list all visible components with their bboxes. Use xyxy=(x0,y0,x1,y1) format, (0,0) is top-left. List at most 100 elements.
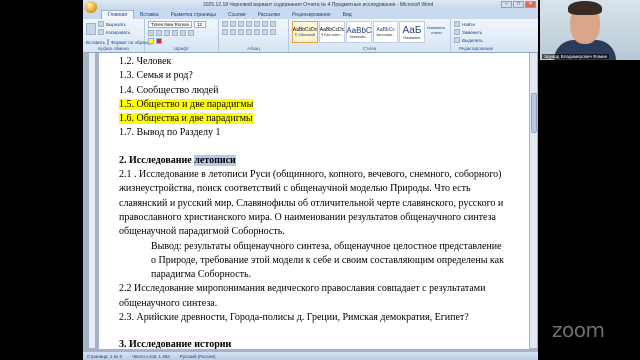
paragraph-group-label: Абзац xyxy=(247,46,260,51)
style-name: ¶ Без инте... xyxy=(321,33,343,37)
sort-icon[interactable] xyxy=(262,21,268,27)
document-page[interactable]: 1.2. Человек 1.3. Семья и род? 1.4. Сооб… xyxy=(99,53,529,349)
format-painter-icon xyxy=(107,39,110,45)
style-name: ¶ Обычный xyxy=(295,33,315,37)
bullets-icon[interactable] xyxy=(222,21,228,27)
align-right-icon[interactable] xyxy=(238,29,244,35)
tab-page-layout[interactable]: Разметка страницы xyxy=(165,11,222,19)
paragraph-line: 2.2 Исследование миропонимания ведическо… xyxy=(119,283,486,295)
office-button[interactable] xyxy=(85,1,97,13)
select-button[interactable]: Выделить xyxy=(462,38,483,43)
word-count[interactable]: Число слов: 1 462 xyxy=(132,354,170,359)
editing-group: Найти Заменить Выделить Редактирование xyxy=(451,19,501,52)
highlight-icon[interactable] xyxy=(148,38,154,44)
paste-button[interactable]: Вставить xyxy=(86,40,105,45)
style-heading-2[interactable]: AaBbCc Заголово... xyxy=(373,21,399,43)
subscript-icon[interactable] xyxy=(180,30,186,36)
strikethrough-icon[interactable] xyxy=(172,30,178,36)
change-styles-button[interactable]: Изменить стили xyxy=(426,21,447,35)
style-normal[interactable]: AaBbCcDc ¶ Обычный xyxy=(292,21,318,43)
vertical-scrollbar[interactable] xyxy=(529,53,537,348)
ribbon-tabs: Главная Вставка Разметка страницы Ссылки… xyxy=(83,10,538,19)
copy-button[interactable]: Копировать xyxy=(106,30,130,35)
styles-group: AaBbCcDc ¶ Обычный AaBbCcDc ¶ Без инте... … xyxy=(289,19,451,52)
paragraph-line: православного христианского мира. О наим… xyxy=(119,211,496,223)
cut-icon xyxy=(98,21,104,27)
style-title[interactable]: АаБ Название xyxy=(399,21,425,43)
page-count[interactable]: Страница: 1 из 3 xyxy=(87,354,122,359)
cut-button[interactable]: Вырезать xyxy=(106,22,126,27)
replace-icon xyxy=(454,29,460,35)
tab-view[interactable]: Вид xyxy=(337,11,358,19)
style-name: Название xyxy=(403,35,421,40)
toc-line: 1.4. Сообщество людей xyxy=(119,84,519,98)
tab-insert[interactable]: Вставка xyxy=(134,11,165,19)
close-button[interactable]: ✕ xyxy=(525,1,536,8)
shading-icon[interactable] xyxy=(262,29,268,35)
superscript-icon[interactable] xyxy=(188,30,194,36)
line-spacing-icon[interactable] xyxy=(254,29,260,35)
style-sample: AaBbC xyxy=(346,25,372,35)
show-marks-icon[interactable] xyxy=(270,21,276,27)
paragraph-line: жизнеустройства, поиск соответствий с об… xyxy=(119,183,471,195)
font-name-select[interactable]: Times New Roman xyxy=(148,21,192,28)
bold-icon[interactable] xyxy=(148,30,154,36)
toc-line: 1.5. Общество и две парадигмы xyxy=(119,98,519,112)
section-2-heading: 2. Исследование летописи xyxy=(119,154,519,168)
paragraph-group: Абзац xyxy=(219,19,289,52)
style-no-spacing[interactable]: AaBbCcDc ¶ Без инте... xyxy=(319,21,345,43)
numbering-icon[interactable] xyxy=(230,21,236,27)
find-button[interactable]: Найти xyxy=(462,22,475,27)
document-body[interactable]: 1.2. Человек 1.3. Семья и род? 1.4. Сооб… xyxy=(119,55,519,349)
replace-button[interactable]: Заменить xyxy=(462,30,482,35)
paragraph-line: общенаучного синтеза. xyxy=(119,297,218,309)
paragraph-line: 2.1 . Исследование в летописи Руси (общи… xyxy=(119,169,502,181)
heading-text: 2. Исследование xyxy=(119,154,195,166)
maximize-button[interactable]: □ xyxy=(513,1,524,8)
borders-icon[interactable] xyxy=(270,29,276,35)
tab-home[interactable]: Главная xyxy=(101,10,135,19)
decrease-indent-icon[interactable] xyxy=(246,21,252,27)
toc-text: 1.2. Человек xyxy=(119,56,172,67)
language-indicator[interactable]: Русский (Россия) xyxy=(180,354,216,359)
style-heading-1[interactable]: AaBbC Заголово... xyxy=(346,21,372,43)
participant-video[interactable]: Эдуард Владимирович Фомин xyxy=(540,0,640,60)
copy-icon xyxy=(98,29,104,35)
minimize-button[interactable]: – xyxy=(501,1,512,8)
conclusion-line: парадигма Соборность. xyxy=(151,269,252,281)
paste-icon[interactable] xyxy=(86,23,96,35)
participant-name: Эдуард Владимирович Фомин xyxy=(542,54,610,59)
font-color-icon[interactable] xyxy=(156,38,162,44)
conclusion-line: о Природе, требование этой модели к себе… xyxy=(151,254,504,266)
toc-line: 1.2. Человек xyxy=(119,55,519,69)
window-title: 2025.12.18 Черновой вариант содержания О… xyxy=(203,2,434,8)
toc-text: 1.7. Вывод по Разделу 1 xyxy=(119,127,221,139)
font-size-select[interactable]: 12 xyxy=(194,21,206,28)
editing-group-label: Редактирование xyxy=(458,46,494,51)
tab-references[interactable]: Ссылки xyxy=(222,11,252,19)
vertical-ruler xyxy=(89,53,96,348)
section-3-heading: 3. Исследование истории xyxy=(119,339,232,349)
participant-hair xyxy=(568,1,602,15)
toc-line: 1.7. Вывод по Разделу 1 xyxy=(119,126,519,140)
align-left-icon[interactable] xyxy=(222,29,228,35)
ribbon: Вырезать Копировать Вставить Формат по об… xyxy=(83,19,538,53)
tab-mailings[interactable]: Рассылки xyxy=(252,11,286,19)
increase-indent-icon[interactable] xyxy=(254,21,260,27)
tab-review[interactable]: Рецензирование xyxy=(286,11,337,19)
multilevel-list-icon[interactable] xyxy=(238,21,244,27)
align-center-icon[interactable] xyxy=(230,29,236,35)
italic-icon[interactable] xyxy=(156,30,162,36)
window-controls: – □ ✕ xyxy=(501,1,536,8)
paragraph-line: общенаучной парадигмой Соборность. xyxy=(119,226,285,238)
selected-text: летописи xyxy=(194,154,236,166)
toc-text: 1.4. Сообщество людей xyxy=(119,84,219,96)
clipboard-group: Вырезать Копировать Вставить Формат по об… xyxy=(83,19,151,52)
style-sample: АаБ xyxy=(402,24,422,36)
styles-group-label: Стили xyxy=(363,46,376,51)
style-name: Заголово... xyxy=(349,34,369,39)
underline-icon[interactable] xyxy=(164,30,170,36)
scroll-thumb[interactable] xyxy=(531,93,537,133)
justify-icon[interactable] xyxy=(246,29,252,35)
word-window: 2025.12.18 Черновой вариант содержания О… xyxy=(83,0,538,360)
